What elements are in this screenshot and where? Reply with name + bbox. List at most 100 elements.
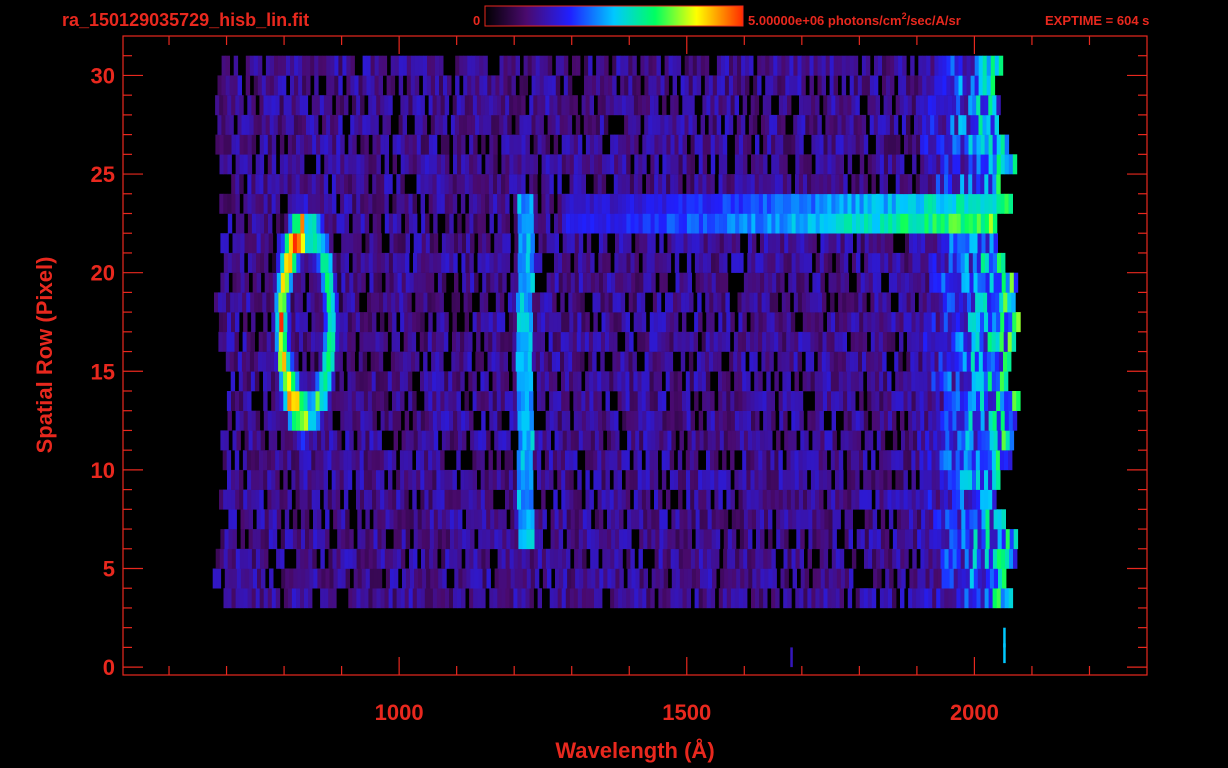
heatmap-cell (745, 292, 750, 313)
heatmap-cell (916, 410, 921, 431)
heatmap-cell (670, 588, 675, 609)
heatmap-cell (674, 213, 680, 234)
heatmap-cell (303, 489, 308, 510)
heatmap-cell (576, 351, 581, 372)
heatmap-cell (573, 154, 579, 175)
heatmap-cell (714, 134, 720, 155)
heatmap-cell (645, 450, 650, 471)
heatmap-cell (403, 292, 408, 313)
heatmap-cell (432, 174, 437, 195)
heatmap-cell (992, 312, 997, 333)
heatmap-cell (488, 469, 494, 490)
heatmap-cell (464, 469, 469, 490)
heatmap-cell (790, 647, 793, 668)
heatmap-cell (805, 292, 811, 313)
heatmap-cell (269, 568, 274, 589)
heatmap-cell (368, 154, 373, 175)
heatmap-cell (292, 213, 297, 234)
heatmap-cell (1000, 588, 1006, 609)
heatmap-cell (702, 174, 707, 195)
heatmap-cell (492, 371, 497, 392)
heatmap-cell (374, 75, 379, 96)
heatmap-cell (879, 489, 884, 510)
heatmap-cell (811, 193, 816, 214)
heatmap-cell (799, 213, 804, 234)
heatmap-cell (541, 213, 547, 234)
heatmap-cell (815, 588, 820, 609)
heatmap-cell (479, 55, 484, 76)
heatmap-cell (429, 509, 435, 530)
heatmap-cell (609, 450, 614, 471)
heatmap-cell (652, 55, 657, 76)
heatmap-cell (444, 193, 450, 214)
heatmap-cell (849, 114, 854, 135)
heatmap-cell (625, 371, 630, 392)
heatmap-cell (687, 509, 692, 530)
heatmap-cell (841, 75, 847, 96)
heatmap-cell (448, 371, 453, 392)
heatmap-cell (396, 252, 402, 273)
heatmap-cell (469, 252, 474, 273)
heatmap-cell (814, 450, 820, 471)
heatmap-cell (734, 391, 739, 411)
heatmap-cell (432, 154, 438, 175)
heatmap-cell (659, 529, 664, 550)
heatmap-cell (737, 55, 742, 76)
heatmap-cell (543, 75, 549, 96)
heatmap-cell (949, 430, 954, 451)
heatmap-cell (604, 55, 609, 76)
heatmap-cell (263, 391, 268, 411)
heatmap-cell (975, 450, 981, 471)
heatmap-cell (398, 75, 404, 96)
heatmap-cell (776, 529, 781, 550)
heatmap-cell (306, 55, 311, 76)
heatmap-cell (416, 469, 421, 490)
heatmap-cell (777, 75, 782, 96)
heatmap-cell (376, 548, 382, 569)
heatmap-cell (972, 312, 977, 333)
heatmap-cell (473, 154, 478, 175)
heatmap-cell (376, 193, 381, 214)
heatmap-cell (428, 588, 434, 609)
heatmap-cell (838, 292, 843, 313)
heatmap-cell (694, 548, 700, 569)
heatmap-cell (231, 548, 237, 569)
heatmap-cell (813, 114, 818, 135)
heatmap-cell (835, 469, 840, 490)
heatmap-cell (289, 114, 295, 135)
heatmap-cell (805, 114, 810, 135)
heatmap-cell (859, 489, 864, 510)
heatmap-cell (557, 588, 563, 609)
heatmap-cell (251, 548, 257, 569)
heatmap-cell (901, 529, 906, 550)
heatmap-cell (290, 331, 296, 352)
heatmap-cell (539, 351, 545, 372)
heatmap-cell (529, 548, 535, 569)
heatmap-cell (278, 55, 283, 76)
heatmap-cell (474, 272, 479, 293)
heatmap-cell (971, 292, 976, 313)
heatmap-cell (496, 391, 502, 411)
heatmap-cell (218, 292, 223, 313)
heatmap-cell (742, 193, 748, 214)
heatmap-cell (338, 292, 344, 313)
heatmap-cell (480, 469, 486, 490)
heatmap-cell (779, 134, 784, 155)
heatmap-cell (525, 193, 530, 214)
heatmap-cell (751, 410, 756, 431)
heatmap-cell (647, 529, 652, 550)
heatmap-cell (664, 114, 669, 135)
heatmap-cell (895, 489, 900, 510)
heatmap-cell (875, 469, 880, 490)
heatmap-cell (905, 430, 910, 451)
heatmap-cell (690, 174, 695, 195)
heatmap-cell (436, 391, 441, 411)
heatmap-cell (981, 272, 986, 293)
heatmap-cell (901, 272, 906, 293)
heatmap-cell (516, 292, 521, 313)
heatmap-cell (875, 193, 881, 214)
heatmap-cell (500, 331, 505, 352)
heatmap-cell (923, 391, 928, 411)
heatmap-cell (975, 292, 980, 313)
heatmap-cell (392, 410, 397, 431)
